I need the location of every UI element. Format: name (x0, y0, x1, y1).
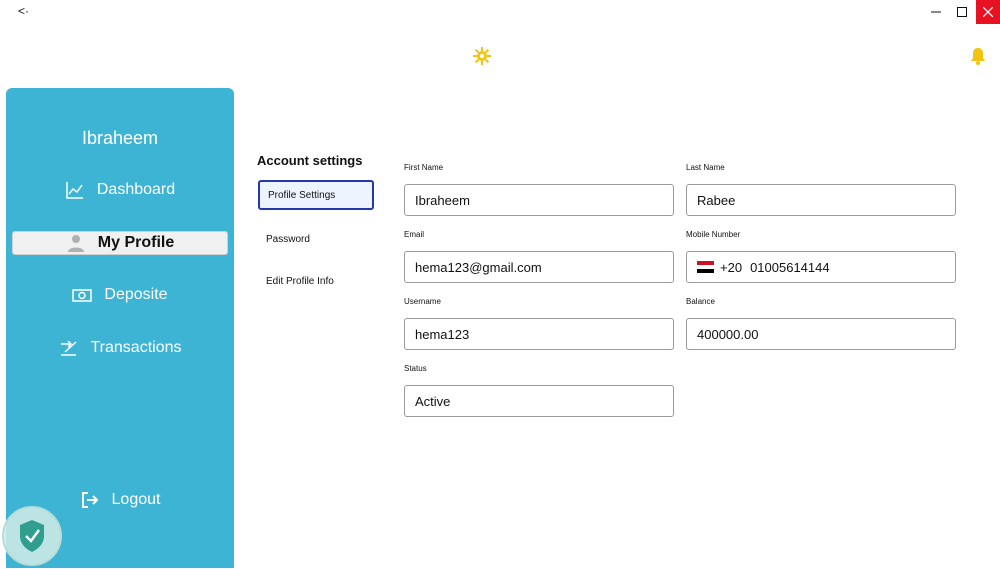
username-value: hema123 (415, 326, 470, 342)
sidebar-item-label: Dashboard (96, 181, 176, 198)
logout-label: Logout (111, 491, 161, 508)
bell-icon (971, 48, 985, 65)
watermark-logo (2, 506, 62, 566)
last-name-label: Last Name (686, 163, 725, 172)
close-button[interactable] (976, 0, 1000, 24)
money-icon (72, 289, 93, 302)
sidebar-item-transactions[interactable]: Transactions (6, 336, 234, 360)
mobile-number-field[interactable]: +20 01005614144 (686, 251, 956, 283)
email-label: Email (404, 230, 425, 239)
person-icon (67, 235, 84, 252)
maximize-icon (957, 7, 967, 17)
app-glyph: <· (18, 4, 30, 18)
balance-label: Balance (686, 297, 715, 306)
menu-item-password[interactable]: Password (258, 224, 374, 254)
logout-icon (81, 492, 98, 508)
country-code: +20 (720, 259, 743, 275)
minimize-icon (931, 11, 941, 13)
maximize-button[interactable] (946, 0, 978, 24)
sidebar-item-label: Transactions (90, 339, 182, 356)
sidebar-item-my-profile[interactable]: My Profile (12, 231, 228, 255)
last-name-field[interactable]: Rabee (686, 184, 956, 216)
transfer-icon (60, 340, 77, 356)
username-field[interactable]: hema123 (404, 318, 674, 350)
sidebar-item-label: Deposite (104, 286, 168, 303)
balance-value: 400000.00 (697, 326, 759, 342)
username-label: Username (404, 297, 441, 306)
email-field[interactable]: hema123@gmail.com (404, 251, 674, 283)
menu-item-edit-profile-info[interactable]: Edit Profile Info (258, 266, 374, 296)
email-value: hema123@gmail.com (415, 259, 542, 275)
status-value: Active (415, 393, 451, 409)
first-name-value: Ibraheem (415, 192, 470, 208)
account-settings-heading: Account settings (257, 153, 363, 168)
gear-icon (473, 47, 491, 65)
mobile-number-value: 01005614144 (750, 259, 830, 275)
sidebar-item-deposite[interactable]: Deposite (6, 283, 234, 307)
sidebar-item-label: My Profile (97, 234, 175, 251)
sidebar: Ibraheem Dashboard My Profile Deposite T… (6, 88, 234, 568)
first-name-field[interactable]: Ibraheem (404, 184, 674, 216)
mobile-number-label: Mobile Number (686, 230, 741, 239)
egypt-flag-icon (697, 261, 714, 273)
first-name-label: First Name (404, 163, 444, 172)
theme-toggle-button[interactable] (472, 46, 492, 66)
sidebar-item-dashboard[interactable]: Dashboard (6, 178, 234, 202)
shield-icon (20, 520, 44, 552)
status-label: Status (404, 364, 427, 373)
status-field[interactable]: Active (404, 385, 674, 417)
balance-field[interactable]: 400000.00 (686, 318, 956, 350)
menu-item-profile-settings[interactable]: Profile Settings (258, 180, 374, 210)
user-name: Ibraheem (81, 128, 159, 148)
chart-line-icon (66, 182, 83, 199)
notifications-button[interactable] (968, 46, 988, 66)
title-bar: <· (0, 0, 1000, 26)
close-icon (983, 7, 993, 17)
last-name-value: Rabee (697, 192, 736, 208)
